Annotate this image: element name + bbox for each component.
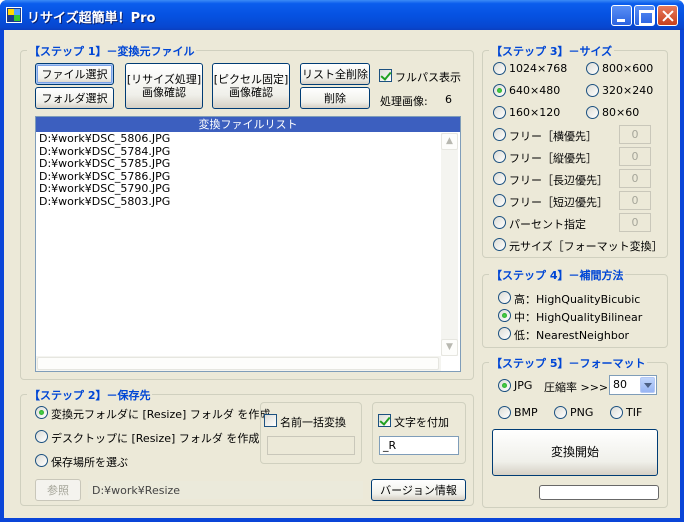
compress-select[interactable]: 80 [609,375,657,395]
format-jpg-label: JPG [514,379,533,392]
pixel-preview-button[interactable]: [ピクセル固定] 画像確認 [212,63,290,109]
file-select-button[interactable]: ファイル選択 [35,63,114,85]
size-320-label: 320×240 [602,84,654,97]
compress-label: 圧縮率 >>> [544,381,609,394]
fullpath-label: フルパス表示 [395,71,461,84]
interp-high-label: 高：HighQualityBicubic [514,293,641,306]
browse-button[interactable]: 参照 [35,479,81,501]
app-icon [6,7,22,23]
save-desktop-label: デスクトップに [Resize] フォルダ を作成 [51,432,260,445]
format-bmp-label: BMP [514,406,538,419]
free-long-radio[interactable] [493,172,506,185]
size-1024-radio[interactable] [493,62,506,75]
format-png-label: PNG [570,406,594,419]
free-width-label: フリー［横優先］ [509,130,597,143]
list-item[interactable]: D:¥work¥DSC_5785.JPG [39,157,170,171]
original-size-radio[interactable] [493,238,506,251]
format-tif-radio[interactable] [610,406,623,419]
size-800-radio[interactable] [586,62,599,75]
maximize-button[interactable] [634,5,655,26]
step3-title: 【ステップ 3】－サイズ [489,43,615,59]
free-height-label: フリー［縦優先］ [509,152,597,165]
free-long-label: フリー［長辺優先］ [509,174,608,187]
interp-mid-label: 中：HighQualityBilinear [514,311,643,324]
rename-checkbox[interactable] [264,414,277,427]
processed-count: 6 [445,93,452,106]
horizontal-scroll-thumb[interactable] [37,357,439,370]
minimize-button[interactable] [611,5,632,26]
append-input[interactable]: _R [379,436,459,455]
clear-list-button[interactable]: リスト全削除 [300,63,370,85]
original-size-label: 元サイズ［フォーマット変換］ [509,240,663,253]
file-listbox[interactable]: 変換ファイルリスト D:¥work¥DSC_5806.JPG D:¥work¥D… [35,116,461,372]
rename-label: 名前一括変換 [280,416,346,429]
format-png-radio[interactable] [554,406,567,419]
interp-mid-radio[interactable] [498,309,511,322]
interp-high-radio[interactable] [498,291,511,304]
free-short-label: フリー［短辺優先］ [509,196,608,209]
interp-low-radio[interactable] [498,327,511,340]
append-label: 文字を付加 [394,416,449,429]
save-choose-label: 保存場所を選ぶ [51,456,128,469]
free-long-input: 0 [619,169,651,188]
list-item[interactable]: D:¥work¥DSC_5790.JPG [39,182,170,196]
append-checkbox[interactable] [378,414,391,427]
format-jpg-radio[interactable] [498,379,511,392]
size-1024-label: 1024×768 [509,62,568,75]
size-640-label: 640×480 [509,84,561,97]
window-title: リサイズ超簡単！Pro [27,11,156,26]
delete-button[interactable]: 削除 [300,87,370,109]
vertical-scrollbar[interactable]: ▲ ▼ [441,133,458,356]
scroll-down-icon[interactable]: ▼ [441,339,458,356]
free-short-input: 0 [619,191,651,210]
list-item[interactable]: D:¥work¥DSC_5803.JPG [39,195,170,209]
client-area: 【ステップ 1】－変換元ファイル ファイル選択 フォルダ選択 [リサイズ処理] … [4,30,680,518]
save-source-radio[interactable] [35,406,48,419]
file-list-header: 変換ファイルリスト [36,117,460,132]
compress-value: 80 [613,378,627,391]
size-80-label: 80×60 [602,106,640,119]
step2-title: 【ステップ 2】－保存先 [27,387,153,403]
size-80-radio[interactable] [586,106,599,119]
version-info-button[interactable]: バージョン情報 [371,479,466,501]
file-list-items: D:¥work¥DSC_5806.JPG D:¥work¥DSC_5784.JP… [39,132,170,209]
size-320-radio[interactable] [586,84,599,97]
processed-label: 処理画像: [380,95,428,108]
fullpath-checkbox[interactable] [379,69,392,82]
step1-title: 【ステップ 1】－変換元ファイル [27,43,197,59]
percent-radio[interactable] [493,216,506,229]
save-path-field: D:¥work¥Resize [88,481,363,499]
save-source-label: 変換元フォルダに [Resize] フォルダ を作成 [51,408,271,421]
convert-start-button[interactable]: 変換開始 [492,429,658,476]
progress-bar [539,485,659,500]
app-window: リサイズ超簡単！Pro 【ステップ 1】－変換元ファイル ファイル選択 フォルダ… [0,0,684,522]
percent-input: 0 [619,213,651,232]
percent-label: パーセント指定 [509,218,586,231]
interp-low-label: 低：NearestNeighbor [514,329,630,342]
format-tif-label: TIF [626,406,643,419]
free-width-input: 0 [619,125,651,144]
size-640-radio[interactable] [493,84,506,97]
step4-title: 【ステップ 4】－補間方法 [489,267,626,283]
step5-title: 【ステップ 5】－フォーマット [489,355,648,371]
close-button[interactable] [657,5,678,26]
free-height-radio[interactable] [493,150,506,163]
horizontal-scrollbar[interactable] [36,356,441,371]
free-short-radio[interactable] [493,194,506,207]
free-width-radio[interactable] [493,128,506,141]
resize-preview-button[interactable]: [リサイズ処理] 画像確認 [125,63,203,109]
size-160-radio[interactable] [493,106,506,119]
scroll-up-icon[interactable]: ▲ [441,133,458,150]
format-bmp-radio[interactable] [498,406,511,419]
save-choose-radio[interactable] [35,454,48,467]
chevron-down-icon[interactable] [640,377,655,393]
list-item[interactable]: D:¥work¥DSC_5806.JPG [39,132,170,146]
title-bar[interactable]: リサイズ超簡単！Pro [0,0,684,30]
rename-input [267,436,355,455]
save-desktop-radio[interactable] [35,430,48,443]
size-160-label: 160×120 [509,106,561,119]
free-height-input: 0 [619,147,651,166]
size-800-label: 800×600 [602,62,654,75]
folder-select-button[interactable]: フォルダ選択 [35,87,114,109]
